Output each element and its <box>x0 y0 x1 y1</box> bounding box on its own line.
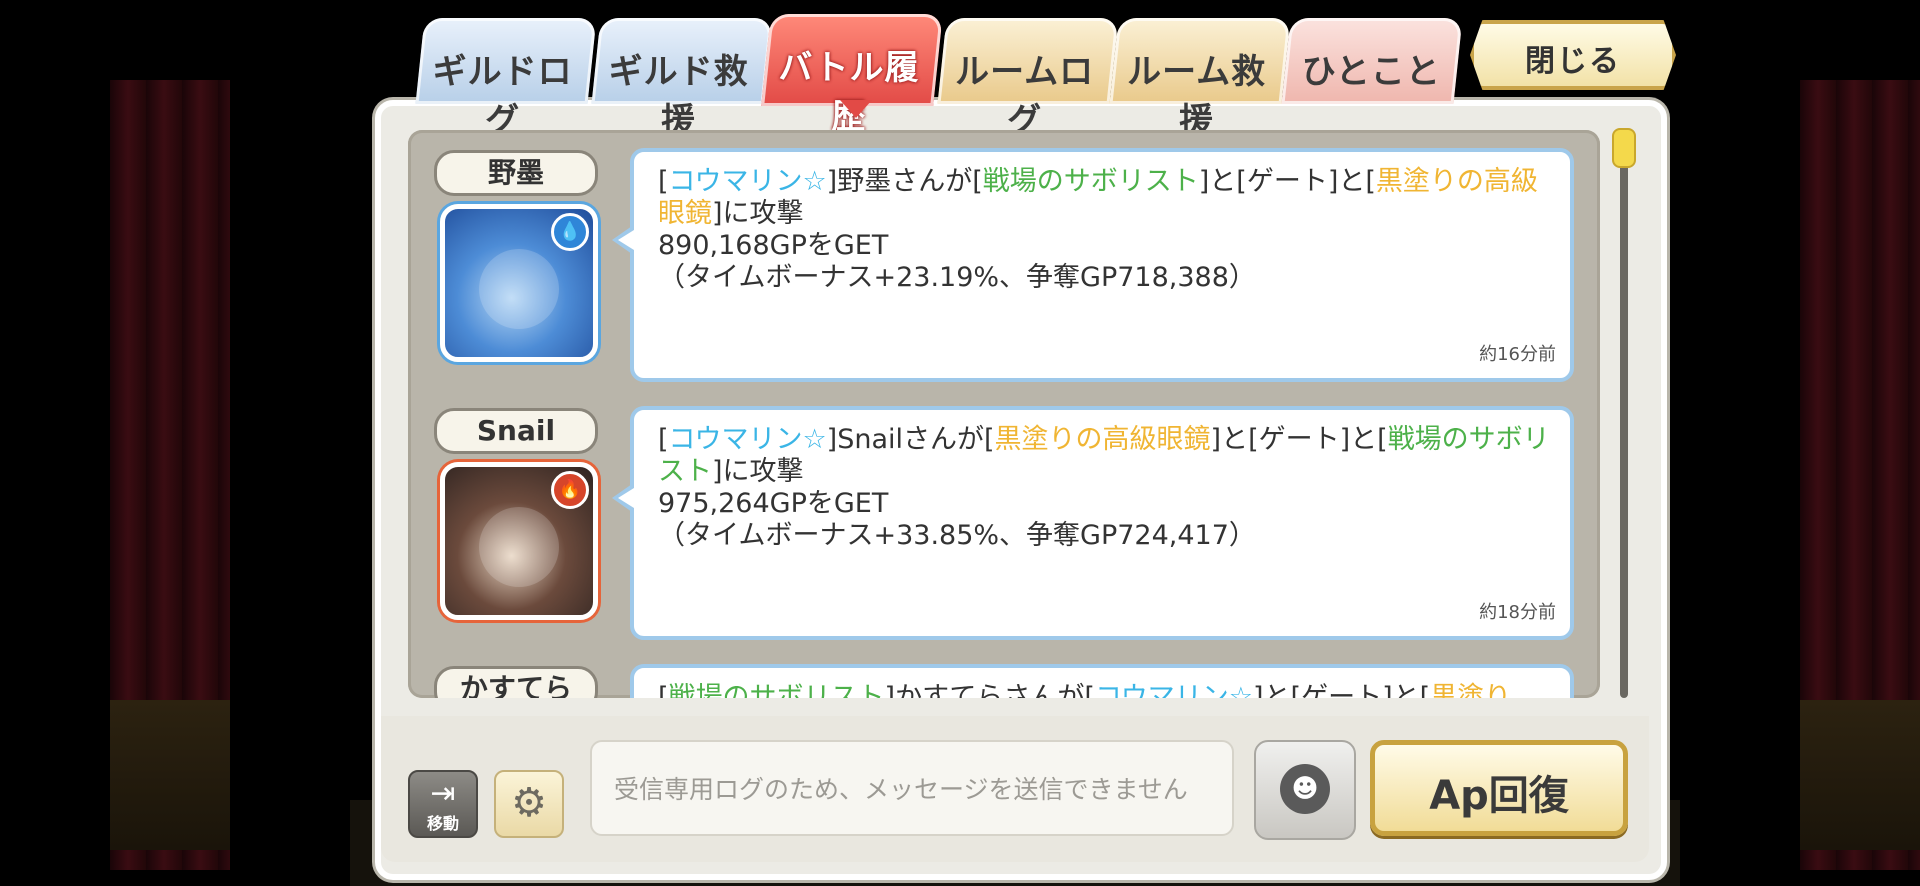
log-entry: 野墨 💧 [コウマリン☆]野墨さんが[戦場のサボリスト]と[ゲート]と[黒塗りの… <box>408 130 1600 388</box>
tab-guild-log[interactable]: ギルドログ <box>415 18 597 141</box>
fire-icon: 🔥 <box>551 471 589 509</box>
message-segment: 戦場のサボリスト <box>982 166 1199 197</box>
battle-message: [コウマリン☆]野墨さんが[戦場のサボリスト]と[ゲート]と[黒塗りの高級眼鏡]… <box>658 166 1558 294</box>
gp-gained: 975,264GPをGET <box>658 488 889 519</box>
message-segment: 戦場のサボリスト <box>668 682 885 698</box>
player-avatar[interactable]: 🔥 <box>440 462 598 620</box>
player-name: かすてら <box>434 666 598 698</box>
message-segment: 黒塗りの高級眼鏡 <box>994 424 1211 455</box>
message-line: [コウマリン☆]野墨さんが[戦場のサボリスト]と[ゲート]と[黒塗りの高級眼鏡]… <box>658 166 1558 230</box>
tab-label: ギルドログ <box>432 52 573 141</box>
message-line: [コウマリン☆]Snailさんが[黒塗りの高級眼鏡]と[ゲート]と[戦場のサボリ… <box>658 424 1558 488</box>
tab-label: ルームログ <box>955 52 1095 141</box>
tab-battle-history[interactable]: バトル履歴 <box>761 14 943 137</box>
message-segment: ]に攻撃 <box>712 198 804 229</box>
scrollbar-track[interactable] <box>1620 130 1628 698</box>
move-label: 移動 <box>426 814 459 833</box>
face-icon: ☻ <box>1280 764 1330 814</box>
message-bubble: [戦場のサボリスト]かすてらさんが[コウマリン☆]と[ゲート]と[黒塗り <box>630 664 1574 698</box>
bonus-detail: （タイムボーナス+33.85%、争奪GP724,417） <box>658 520 1256 551</box>
timestamp: 約18分前 <box>1479 602 1556 623</box>
message-bubble: [コウマリン☆]野墨さんが[戦場のサボリスト]と[ゲート]と[黒塗りの高級眼鏡]… <box>612 148 1574 382</box>
close-label: 閉じる <box>1525 44 1621 79</box>
battle-log-list[interactable]: 野墨 💧 [コウマリン☆]野墨さんが[戦場のサボリスト]と[ゲート]と[黒塗りの… <box>408 130 1600 698</box>
curtain-left <box>110 80 230 870</box>
message-segment: コウマリン☆ <box>1094 682 1254 698</box>
player-avatar[interactable]: 💧 <box>440 204 598 362</box>
tab-label: ギルド救援 <box>608 52 749 141</box>
ap-recover-button[interactable]: Ap回復 <box>1370 740 1628 836</box>
move-button[interactable]: ⇥ 移動 <box>408 770 478 838</box>
bubble-tail <box>612 484 634 512</box>
message-segment: コウマリン☆ <box>668 166 827 197</box>
player-name: Snail <box>434 408 598 454</box>
tab-room-rescue[interactable]: ルーム救援 <box>1109 18 1291 141</box>
active-tab-indicator <box>840 100 872 118</box>
gp-gained: 890,168GPをGET <box>658 230 889 261</box>
tab-label: ルーム救援 <box>1127 52 1267 141</box>
message-segment: 黒塗り <box>1430 682 1512 698</box>
settings-button[interactable]: ⚙ <box>494 770 564 838</box>
battle-message: [戦場のサボリスト]かすてらさんが[コウマリン☆]と[ゲート]と[黒塗り <box>658 682 1558 698</box>
scrollbar-thumb[interactable] <box>1612 128 1636 168</box>
water-icon: 💧 <box>551 213 589 251</box>
battle-message: [コウマリン☆]Snailさんが[黒塗りの高級眼鏡]と[ゲート]と[戦場のサボリ… <box>658 424 1558 552</box>
stamp-button[interactable]: ☻ <box>1254 740 1356 840</box>
close-button[interactable]: 閉じる <box>1470 20 1676 90</box>
character-face <box>479 507 559 587</box>
log-entry: かすてら [戦場のサボリスト]かすてらさんが[コウマリン☆]と[ゲート]と[黒塗… <box>408 646 1600 698</box>
character-face <box>479 249 559 329</box>
exit-icon: ⇥ <box>430 776 456 811</box>
message-segment: ]と[ゲート]と[ <box>1198 166 1376 197</box>
bonus-detail: （タイムボーナス+23.19%、争奪GP718,388） <box>658 262 1256 293</box>
message-line: [戦場のサボリスト]かすてらさんが[コウマリン☆]と[ゲート]と[黒塗り <box>658 682 1558 698</box>
message-segment: ]と[ゲート]と[ <box>1253 682 1431 698</box>
tab-hitokoto[interactable]: ひとこと <box>1281 18 1463 104</box>
message-segment: コウマリン☆ <box>668 424 827 455</box>
tab-room-log[interactable]: ルームログ <box>937 18 1119 141</box>
tab-guild-rescue[interactable]: ギルド救援 <box>591 18 773 141</box>
message-segment: ]Snailさんが[ <box>826 424 995 455</box>
tab-label: バトル履歴 <box>778 48 920 137</box>
tab-label: ひとこと <box>1301 52 1441 92</box>
bubble-tail <box>612 226 634 254</box>
message-segment: ]野墨さんが[ <box>826 166 983 197</box>
message-segment: ]かすてらさんが[ <box>884 682 1095 698</box>
gear-icon: ⚙ <box>511 780 547 826</box>
ap-recover-label: Ap回復 <box>1429 773 1569 819</box>
message-input[interactable]: 受信専用ログのため、メッセージを送信できません <box>590 740 1234 836</box>
timestamp: 約16分前 <box>1479 344 1556 365</box>
player-name: 野墨 <box>434 150 598 196</box>
message-segment: [ <box>658 424 669 455</box>
message-segment: ]に攻撃 <box>712 456 804 487</box>
message-segment: ]と[ゲート]と[ <box>1210 424 1388 455</box>
curtain-right <box>1800 80 1920 870</box>
message-bubble: [コウマリン☆]Snailさんが[黒塗りの高級眼鏡]と[ゲート]と[戦場のサボリ… <box>612 406 1574 640</box>
message-segment: [ <box>658 166 669 197</box>
message-segment: [ <box>658 682 669 698</box>
log-entry: Snail 🔥 [コウマリン☆]Snailさんが[黒塗りの高級眼鏡]と[ゲート]… <box>408 388 1600 646</box>
